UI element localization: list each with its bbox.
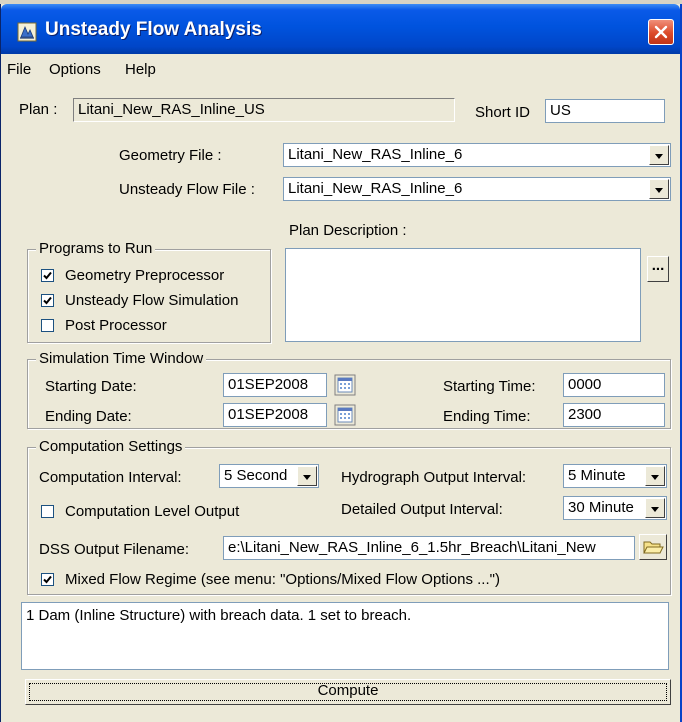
menu-help[interactable]: Help (125, 61, 156, 78)
menu-file[interactable]: File (7, 61, 31, 78)
chevron-down-icon[interactable] (649, 179, 669, 199)
unsteady-flow-file-label: Unsteady Flow File : (119, 181, 255, 198)
geometry-file-value: Litani_New_RAS_Inline_6 (288, 146, 463, 163)
compute-label: Compute (317, 682, 379, 699)
starting-time-input[interactable]: 0000 (563, 373, 665, 397)
unsteady-flow-window: Unsteady Flow Analysis File Options Help… (0, 4, 682, 722)
computation-interval-value: 5 Second (224, 467, 288, 484)
mixed-flow-regime-checkbox[interactable] (41, 573, 54, 586)
starting-date-label: Starting Date: (45, 378, 137, 395)
plan-description-more-button[interactable]: ... (647, 256, 669, 282)
starting-time-label: Starting Time: (443, 378, 536, 395)
computation-level-output-checkbox[interactable] (41, 505, 54, 518)
chevron-down-icon[interactable] (297, 466, 317, 486)
detailed-output-interval-value: 30 Minute (568, 499, 634, 516)
unsteady-flow-file-select[interactable]: Litani_New_RAS_Inline_6 (283, 177, 671, 201)
ending-time-label: Ending Time: (443, 408, 531, 425)
status-message-box: 1 Dam (Inline Structure) with breach dat… (21, 602, 669, 670)
ending-time-input[interactable]: 2300 (563, 403, 665, 427)
post-processor-label: Post Processor (65, 317, 167, 334)
hydrograph-output-interval-label: Hydrograph Output Interval: (341, 469, 527, 486)
folder-open-icon (643, 541, 664, 554)
menu-bar: File Options Help (1, 54, 680, 84)
close-button[interactable] (648, 19, 674, 45)
computation-level-output-label: Computation Level Output (65, 503, 240, 520)
unsteady-flow-simulation-label: Unsteady Flow Simulation (65, 292, 239, 309)
checkmark-icon (43, 575, 52, 584)
short-id-input[interactable]: US (545, 99, 665, 123)
ending-date-label: Ending Date: (45, 408, 132, 425)
detailed-output-interval-select[interactable]: 30 Minute (563, 496, 667, 520)
compute-button[interactable]: Compute (25, 679, 671, 705)
chevron-down-icon[interactable] (649, 145, 669, 165)
app-icon (17, 22, 37, 42)
plan-name-field: Litani_New_RAS_Inline_US (73, 98, 455, 122)
dss-browse-button[interactable] (639, 534, 667, 560)
computation-interval-label: Computation Interval: (39, 469, 182, 486)
computation-settings-title: Computation Settings (36, 438, 186, 456)
post-processor-checkbox[interactable] (41, 319, 54, 332)
dss-output-filename-input[interactable]: e:\Litani_New_RAS_Inline_6_1.5hr_Breach\… (223, 536, 635, 560)
geometry-preprocessor-checkbox[interactable] (41, 269, 54, 282)
short-id-label: Short ID (475, 104, 531, 121)
detailed-output-interval-label: Detailed Output Interval: (341, 501, 503, 518)
checkmark-icon (43, 296, 52, 305)
title-bar[interactable]: Unsteady Flow Analysis (1, 4, 680, 54)
plan-description-input[interactable] (285, 248, 641, 342)
simulation-time-window-title: Simulation Time Window (36, 350, 207, 368)
ending-date-input[interactable]: 01SEP2008 (223, 403, 327, 427)
dss-output-filename-label: DSS Output Filename: (39, 541, 190, 558)
geometry-file-label: Geometry File : (119, 147, 222, 164)
calendar-icon[interactable] (334, 404, 356, 426)
geometry-preprocessor-label: Geometry Preprocessor (65, 267, 225, 284)
menu-options[interactable]: Options (49, 61, 101, 78)
computation-interval-select[interactable]: 5 Second (219, 464, 319, 488)
calendar-icon[interactable] (334, 374, 356, 396)
checkmark-icon (43, 271, 52, 280)
geometry-file-select[interactable]: Litani_New_RAS_Inline_6 (283, 143, 671, 167)
chevron-down-icon[interactable] (645, 466, 665, 486)
unsteady-flow-simulation-checkbox[interactable] (41, 294, 54, 307)
window-title: Unsteady Flow Analysis (45, 19, 262, 40)
starting-date-input[interactable]: 01SEP2008 (223, 373, 327, 397)
hydrograph-output-interval-value: 5 Minute (568, 467, 626, 484)
unsteady-flow-file-value: Litani_New_RAS_Inline_6 (288, 180, 463, 197)
plan-label: Plan : (19, 101, 58, 118)
plan-description-label: Plan Description : (289, 222, 407, 239)
close-icon (654, 25, 668, 39)
hydrograph-output-interval-select[interactable]: 5 Minute (563, 464, 667, 488)
chevron-down-icon[interactable] (645, 498, 665, 518)
mixed-flow-regime-label: Mixed Flow Regime (see menu: "Options/Mi… (65, 571, 500, 588)
programs-to-run-title: Programs to Run (36, 240, 156, 258)
